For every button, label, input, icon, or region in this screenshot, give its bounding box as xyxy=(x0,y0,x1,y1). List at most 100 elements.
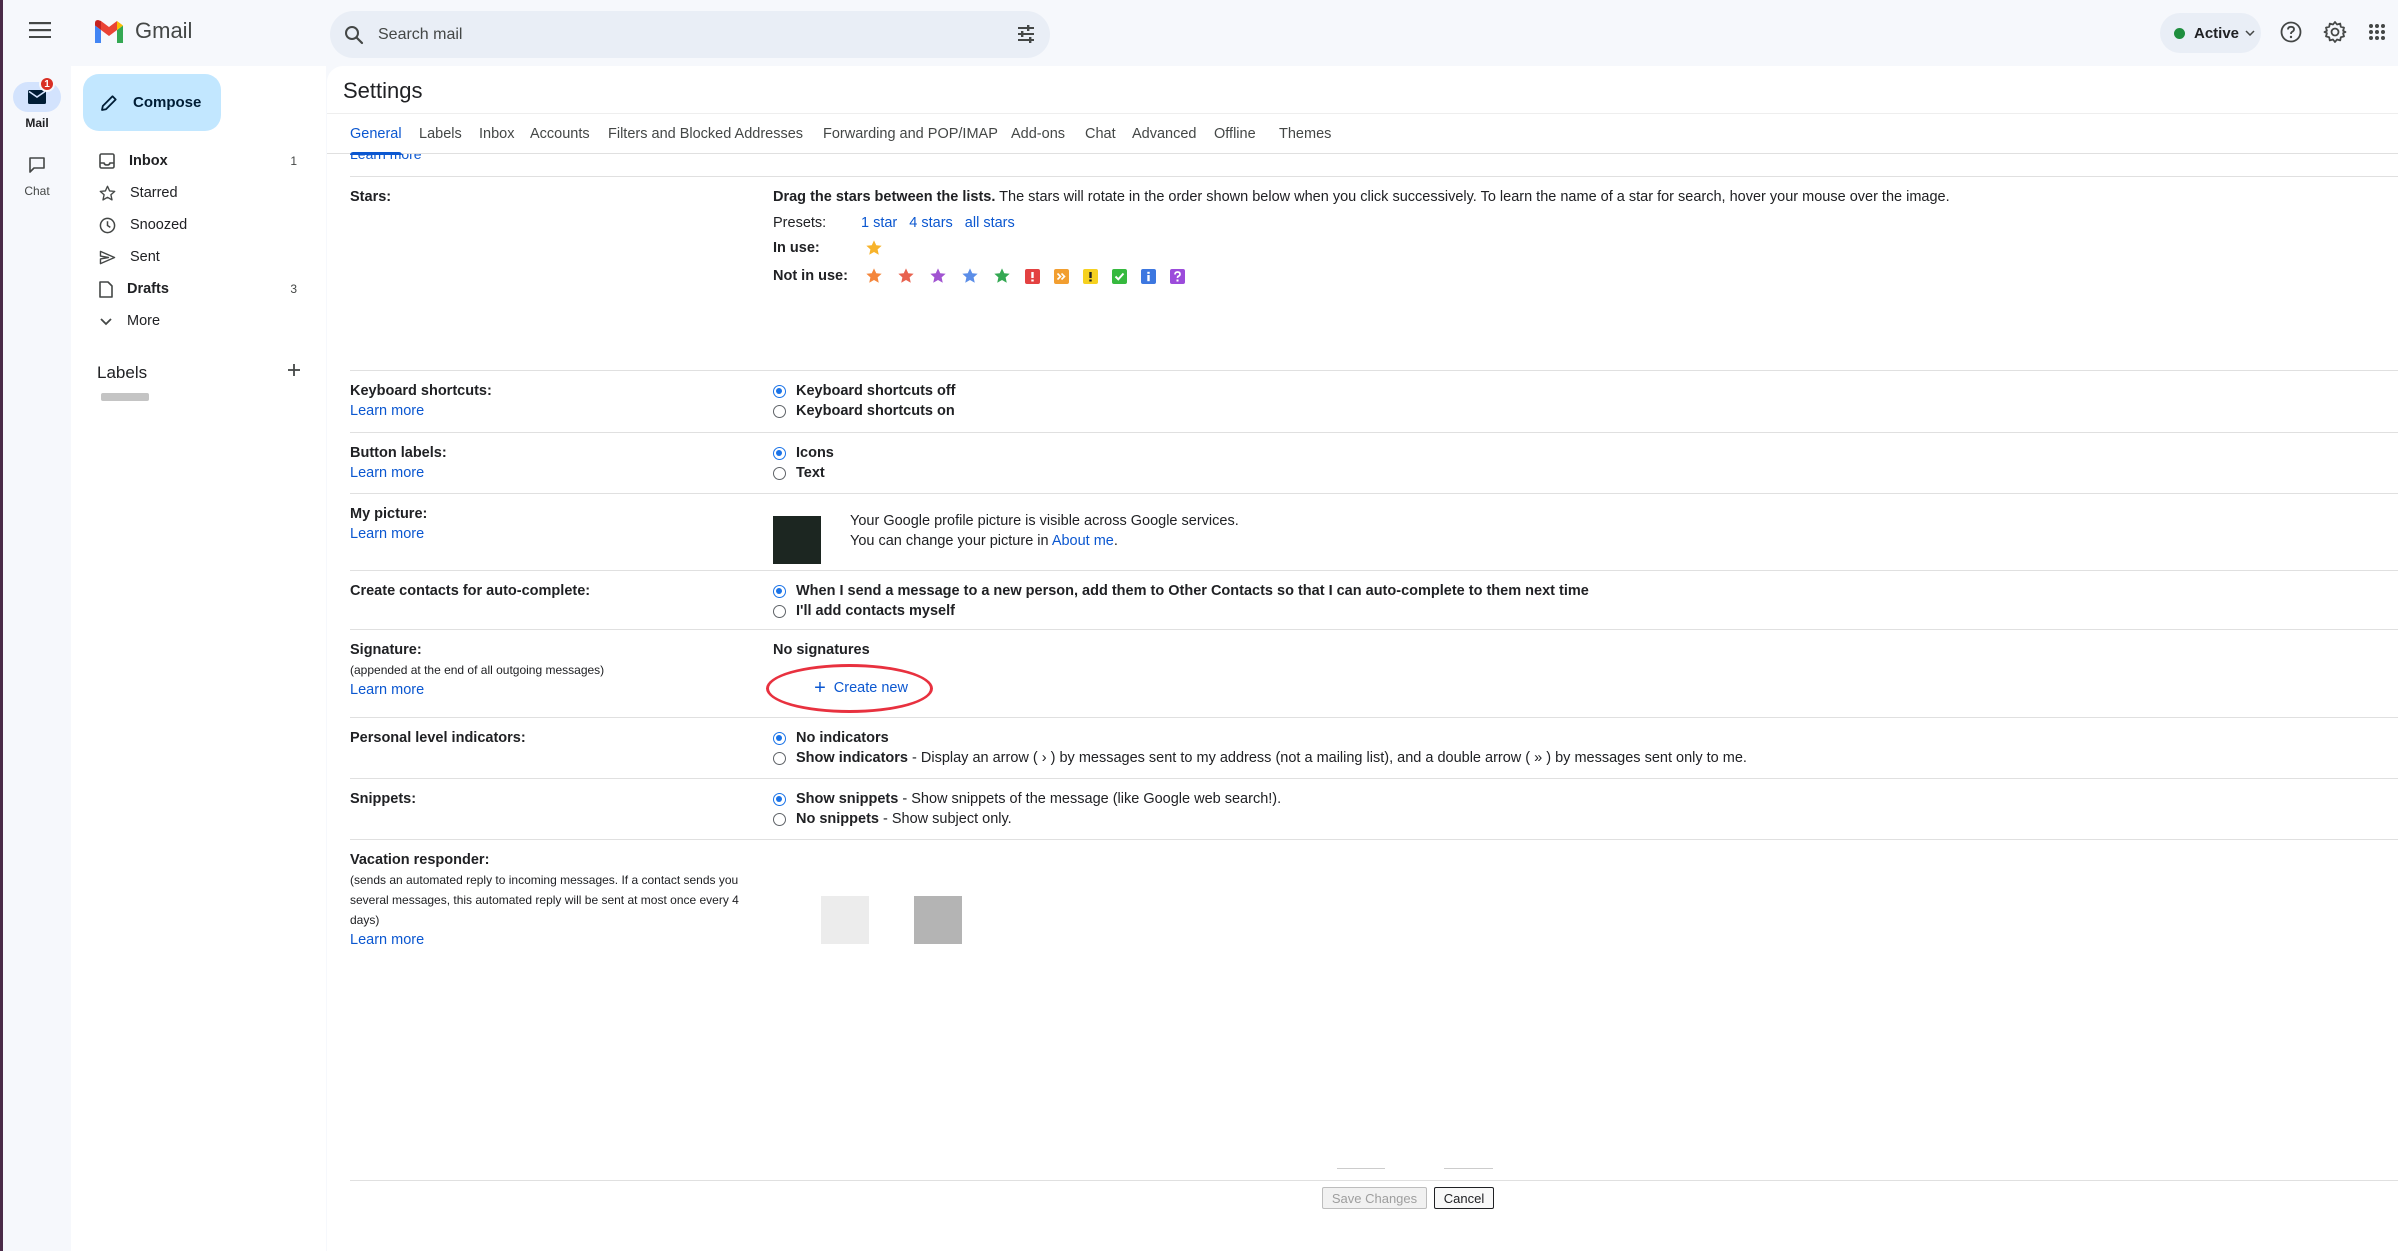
add-label-icon[interactable] xyxy=(286,362,302,378)
app-rail: 1 Mail Chat xyxy=(3,66,71,1251)
purple-question-icon[interactable] xyxy=(1170,268,1185,284)
radio-selected[interactable] xyxy=(773,446,786,460)
radio[interactable] xyxy=(773,812,786,826)
main-menu-icon[interactable] xyxy=(23,13,57,47)
tab-offline[interactable]: Offline xyxy=(1214,114,1256,154)
tab-addons[interactable]: Add-ons xyxy=(1011,114,1065,154)
help-icon[interactable] xyxy=(2275,16,2307,48)
nav-item-snoozed[interactable]: Snoozed xyxy=(71,209,311,241)
tab-chat[interactable]: Chat xyxy=(1085,114,1116,154)
gmail-logo[interactable]: Gmail xyxy=(93,18,192,44)
tab-themes[interactable]: Themes xyxy=(1279,114,1331,154)
compose-label: Compose xyxy=(133,94,202,111)
rail-item-mail[interactable]: 1 Mail xyxy=(3,76,71,130)
vacation-off-placeholder[interactable] xyxy=(821,896,869,944)
search-options-icon[interactable] xyxy=(1016,24,1036,44)
about-me-link[interactable]: About me xyxy=(1052,533,1114,549)
keyboard-shortcuts-off-option[interactable]: Keyboard shortcuts off xyxy=(773,381,956,401)
manual-contacts-option[interactable]: I'll add contacts myself xyxy=(773,601,1589,621)
search-input[interactable] xyxy=(378,25,978,44)
green-star-icon[interactable] xyxy=(993,267,1011,285)
tab-general[interactable]: General xyxy=(350,114,402,155)
stars-not-in-use: Not in use: xyxy=(773,267,2373,285)
clock-icon xyxy=(99,217,116,233)
save-changes-button[interactable]: Save Changes xyxy=(1322,1187,1427,1209)
orange-guillemet-icon[interactable] xyxy=(1054,268,1069,284)
learn-more-link-clipped[interactable]: Learn more xyxy=(350,154,422,163)
yellow-bang-icon[interactable] xyxy=(1083,268,1098,284)
preset-all-stars-link[interactable]: all stars xyxy=(965,215,1015,231)
tab-filters[interactable]: Filters and Blocked Addresses xyxy=(608,114,803,154)
setting-label: My picture: xyxy=(350,506,428,522)
not-in-use-label: Not in use: xyxy=(773,268,848,284)
nav-item-starred[interactable]: Starred xyxy=(71,177,311,209)
create-signature-button[interactable]: + Create new xyxy=(786,671,936,705)
blue-info-icon[interactable] xyxy=(1141,268,1156,284)
learn-more-link[interactable]: Learn more xyxy=(350,465,424,481)
setting-label: Vacation responder: xyxy=(350,852,490,868)
top-bar: Gmail Active xyxy=(3,0,2398,66)
status-selector[interactable]: Active xyxy=(2160,13,2261,53)
search-icon[interactable] xyxy=(344,25,364,45)
tab-label: Forwarding and POP/IMAP xyxy=(823,126,998,142)
nav-item-sent[interactable]: Sent xyxy=(71,241,311,273)
tab-inbox[interactable]: Inbox xyxy=(479,114,514,154)
radio[interactable] xyxy=(773,751,786,765)
apps-grid-icon[interactable] xyxy=(2361,16,2393,48)
cancel-button[interactable]: Cancel xyxy=(1434,1187,1494,1209)
tab-labels[interactable]: Labels xyxy=(419,114,462,154)
green-check-icon[interactable] xyxy=(1112,268,1127,284)
no-indicators-option[interactable]: No indicators xyxy=(773,728,1747,748)
settings-gear-icon[interactable] xyxy=(2319,16,2351,48)
red-bang-icon[interactable] xyxy=(1025,268,1040,284)
tab-label: Themes xyxy=(1279,126,1332,142)
yellow-star-icon[interactable] xyxy=(865,239,883,257)
rail-item-chat[interactable]: Chat xyxy=(3,150,71,198)
learn-more-link[interactable]: Learn more xyxy=(350,932,424,948)
profile-picture[interactable] xyxy=(773,516,821,564)
in-use-label: In use: xyxy=(773,240,820,256)
orange-star-icon[interactable] xyxy=(865,267,883,285)
red-star-icon[interactable] xyxy=(897,267,915,285)
radio[interactable] xyxy=(773,404,786,418)
vacation-on-placeholder[interactable] xyxy=(914,896,962,944)
icons-option[interactable]: Icons xyxy=(773,443,834,463)
show-indicators-option[interactable]: Show indicators - Display an arrow ( › )… xyxy=(773,748,1747,768)
star-palette xyxy=(865,267,1185,285)
nav-item-drafts[interactable]: Drafts 3 xyxy=(71,273,311,305)
plus-icon: + xyxy=(814,677,826,699)
keyboard-shortcuts-on-option[interactable]: Keyboard shortcuts on xyxy=(773,401,956,421)
preset-1-star-link[interactable]: 1 star xyxy=(861,215,897,231)
nav-item-inbox[interactable]: Inbox 1 xyxy=(71,145,311,177)
search-bar[interactable] xyxy=(330,11,1050,58)
no-snippets-option[interactable]: No snippets - Show subject only. xyxy=(773,809,1281,829)
nav-item-more[interactable]: More xyxy=(71,305,311,337)
show-snippets-option[interactable]: Show snippets - Show snippets of the mes… xyxy=(773,789,1281,809)
signature-setting: Signature: (appended at the end of all o… xyxy=(350,630,2398,718)
radio-selected[interactable] xyxy=(773,731,786,745)
setting-label: Signature: xyxy=(350,642,422,658)
tab-forwarding[interactable]: Forwarding and POP/IMAP xyxy=(823,114,998,154)
purple-star-icon[interactable] xyxy=(929,267,947,285)
auto-add-contacts-option[interactable]: When I send a message to a new person, a… xyxy=(773,581,1589,601)
radio-selected[interactable] xyxy=(773,384,786,398)
text-option[interactable]: Text xyxy=(773,463,834,483)
page-title: Settings xyxy=(343,78,423,103)
nav-label: More xyxy=(127,313,161,329)
tab-advanced[interactable]: Advanced xyxy=(1132,114,1197,154)
stars-description: Drag the stars between the lists. The st… xyxy=(773,189,1950,205)
blue-star-icon[interactable] xyxy=(961,267,979,285)
preset-4-stars-link[interactable]: 4 stars xyxy=(909,215,953,231)
tab-accounts[interactable]: Accounts xyxy=(530,114,590,154)
radio[interactable] xyxy=(773,466,786,480)
learn-more-link[interactable]: Learn more xyxy=(350,526,424,542)
radio-selected[interactable] xyxy=(773,584,786,598)
setting-label: Keyboard shortcuts: xyxy=(350,383,492,399)
button-labels-setting: Button labels: Learn more Icons Text xyxy=(350,433,2398,494)
chat-icon xyxy=(29,157,45,173)
learn-more-link[interactable]: Learn more xyxy=(350,682,424,698)
learn-more-link[interactable]: Learn more xyxy=(350,403,424,419)
radio[interactable] xyxy=(773,604,786,618)
radio-selected[interactable] xyxy=(773,792,786,806)
compose-button[interactable]: Compose xyxy=(83,74,221,131)
